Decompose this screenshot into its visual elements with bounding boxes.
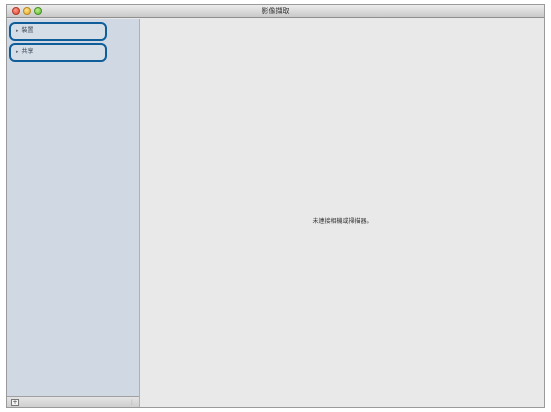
main-content-area: 未連接相機或掃描器。 xyxy=(141,19,544,407)
sidebar-footer: + ⋮ xyxy=(7,396,139,407)
disclosure-triangle-icon[interactable]: ▸ xyxy=(16,49,19,55)
add-icon[interactable]: + xyxy=(11,399,19,406)
image-capture-window: 影像擷取 ▸ 裝置 ▸ 共享 + ⋮ 未連接相機或掃描器。 xyxy=(6,4,545,408)
sidebar-item-devices[interactable]: ▸ 裝置 xyxy=(9,22,107,41)
disclosure-triangle-icon[interactable]: ▸ xyxy=(16,28,19,34)
resize-handle-icon[interactable]: ⋮ xyxy=(129,399,135,406)
sidebar-item-label: 裝置 xyxy=(21,27,34,34)
empty-state-message: 未連接相機或掃描器。 xyxy=(312,218,373,225)
sidebar-item-shared[interactable]: ▸ 共享 xyxy=(9,43,107,62)
title-bar[interactable]: 影像擷取 xyxy=(7,5,544,18)
sidebar: ▸ 裝置 ▸ 共享 + ⋮ xyxy=(7,19,140,407)
window-title: 影像擷取 xyxy=(261,7,290,15)
sidebar-item-label: 共享 xyxy=(21,48,34,55)
